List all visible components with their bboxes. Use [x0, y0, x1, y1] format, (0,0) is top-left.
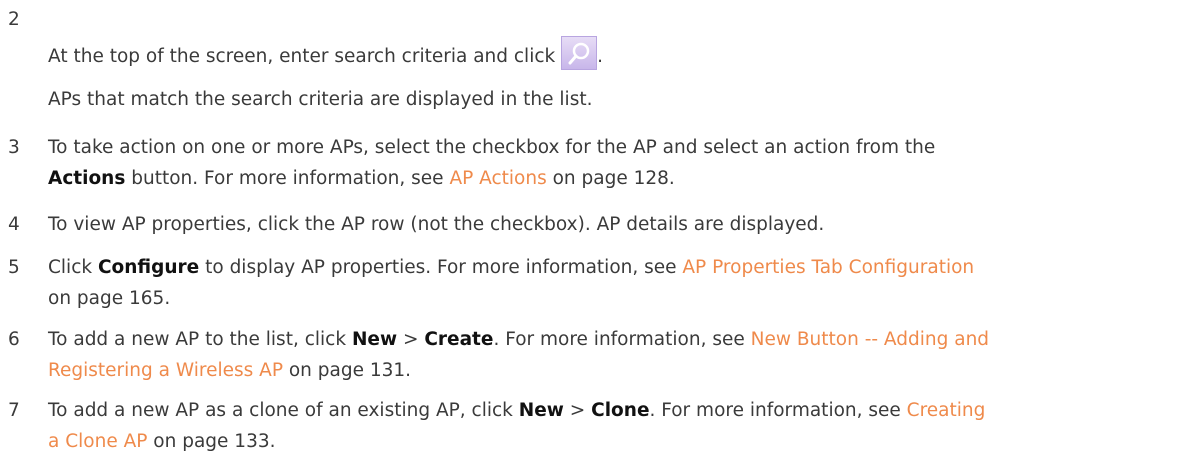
step-number: 5 — [8, 257, 20, 278]
step-text: To add a new AP to the list, click — [48, 329, 352, 350]
step-text-end: . — [597, 46, 603, 67]
actions-label: Actions — [48, 168, 126, 189]
configure-label: Configure — [97, 257, 200, 278]
ap-properties-tab-link[interactable]: AP Properties Tab Configuration — [682, 257, 974, 278]
new-label: New — [518, 400, 564, 421]
step-text: To add a new AP as a clone of an existin… — [48, 400, 519, 421]
step-text: on page 165. — [48, 288, 171, 309]
new-label: New — [351, 329, 398, 350]
step-text: Click — [48, 257, 98, 278]
step-text: > — [397, 329, 425, 350]
creating-clone-link[interactable]: Creating — [907, 400, 986, 421]
step-text: > — [563, 400, 592, 421]
step-number: 6 — [8, 329, 20, 350]
creating-clone-link-cont[interactable]: a Clone AP — [48, 431, 147, 452]
new-button-link[interactable]: New Button -- Adding and — [751, 329, 989, 350]
step-number: 3 — [8, 137, 20, 158]
ap-actions-link[interactable]: AP Actions — [449, 168, 546, 189]
step-text: on page 128. — [546, 168, 675, 189]
clone-label: Clone — [591, 400, 650, 421]
step-text: . For more information, see — [649, 400, 907, 421]
step-number: 2 — [8, 9, 20, 30]
step-text: To view AP properties, click the AP row … — [48, 214, 825, 235]
step-text: on page 133. — [147, 431, 276, 452]
step-number: 7 — [8, 400, 20, 421]
magnifier-icon — [568, 42, 590, 65]
create-label: Create — [424, 329, 494, 350]
step-text: . For more information, see — [493, 329, 751, 350]
search-button[interactable] — [561, 36, 598, 70]
step-text: button. For more information, see — [125, 168, 450, 189]
step-text: To take action on one or more APs, selec… — [48, 137, 936, 158]
new-button-link-cont[interactable]: Registering a Wireless AP — [48, 360, 283, 381]
step-text: At the top of the screen, enter search c… — [48, 46, 556, 67]
step-text: to display AP properties. For more infor… — [199, 257, 683, 278]
step-text: on page 131. — [282, 360, 412, 381]
step-text: APs that match the search criteria are d… — [48, 89, 593, 110]
step-number: 4 — [8, 214, 20, 235]
